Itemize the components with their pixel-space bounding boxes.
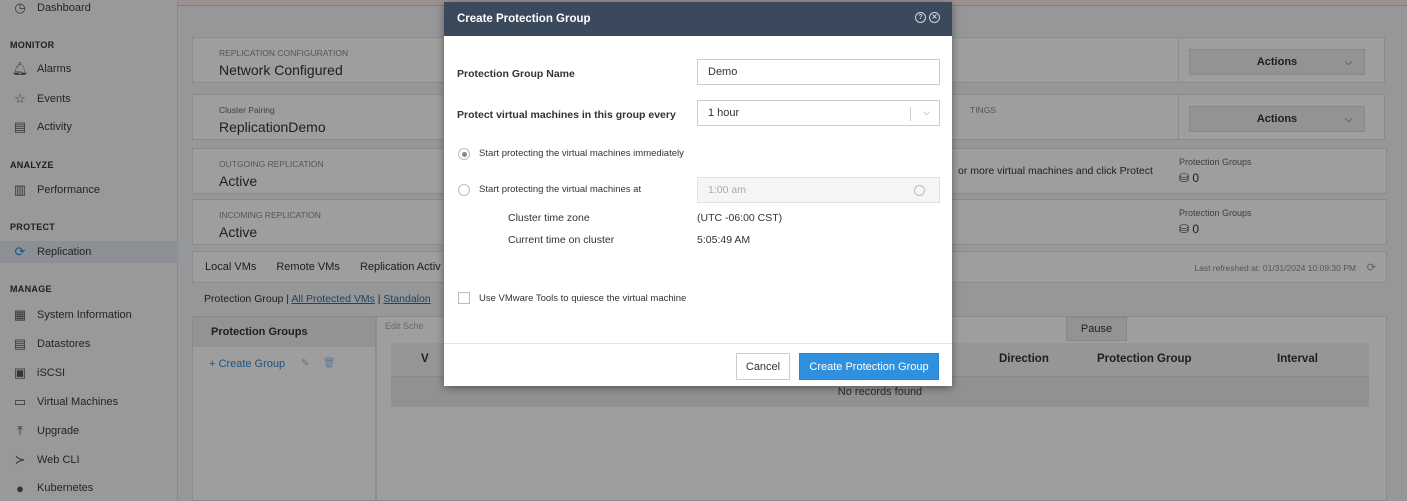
dialog-title: Create Protection Group [457, 13, 591, 25]
start-at-radio[interactable] [458, 184, 470, 196]
cancel-button[interactable]: Cancel [736, 353, 790, 380]
dialog-footer: Cancel Create Protection Group [444, 343, 952, 386]
close-icon[interactable]: ✕ [929, 12, 940, 23]
cluster-time-zone-value: (UTC -06:00 CST) [697, 212, 783, 224]
current-time-value: 5:05:49 AM [697, 234, 751, 246]
interval-select[interactable]: 1 hour ⌵ [697, 100, 940, 126]
quiesce-checkbox[interactable] [458, 292, 470, 304]
create-protection-group-button[interactable]: Create Protection Group [799, 353, 939, 380]
start-immediately-label: Start protecting the virtual machines im… [479, 148, 684, 159]
start-time-input[interactable]: 1:00 am [697, 177, 940, 203]
interval-label: Protect virtual machines in this group e… [457, 109, 676, 121]
protection-group-name-input[interactable]: Demo [697, 59, 940, 85]
start-immediately-radio[interactable] [458, 148, 470, 160]
help-icon[interactable]: ? [915, 12, 926, 23]
current-time-label: Current time on cluster [508, 234, 615, 246]
chevron-down-icon: ⌵ [923, 107, 930, 117]
cluster-time-zone-label: Cluster time zone [508, 212, 590, 224]
create-protection-group-dialog: Create Protection Group ? ✕ Protection G… [444, 2, 952, 386]
dialog-header: Create Protection Group ? ✕ [444, 2, 952, 36]
start-at-label: Start protecting the virtual machines at [479, 184, 642, 195]
name-label: Protection Group Name [457, 68, 575, 80]
clock-icon [914, 185, 925, 196]
quiesce-label: Use VMware Tools to quiesce the virtual … [479, 293, 687, 304]
